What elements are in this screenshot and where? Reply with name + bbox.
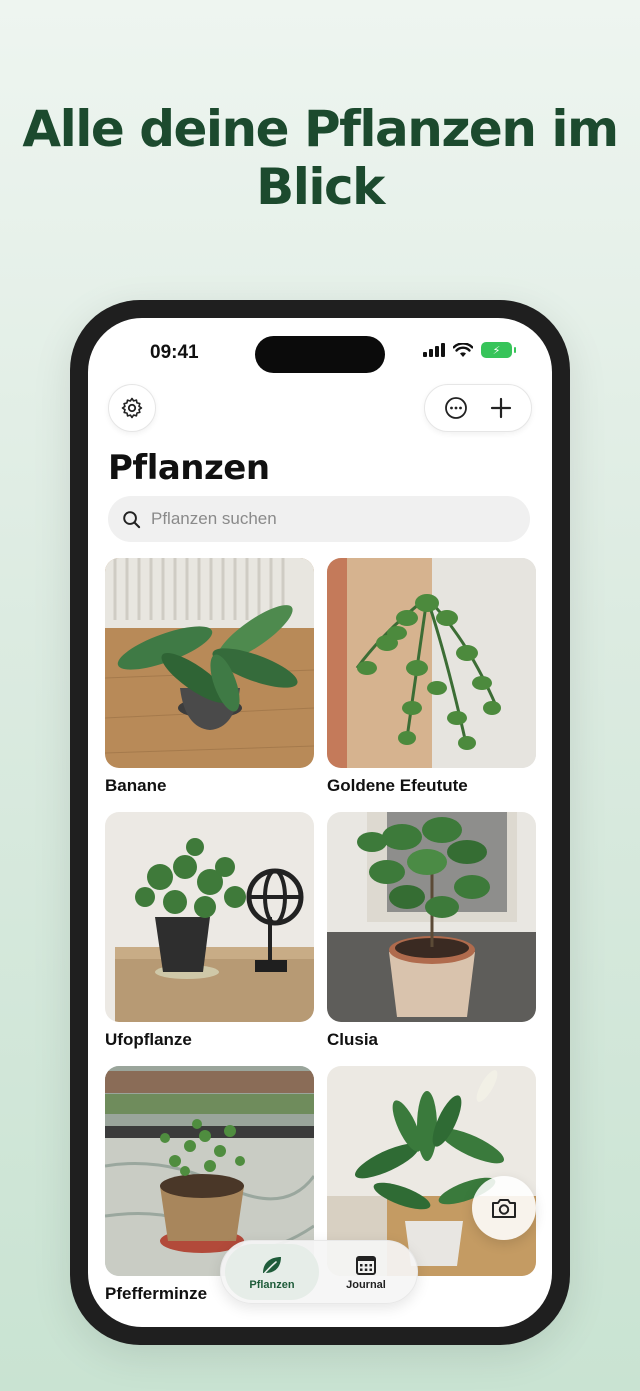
camera-button[interactable] <box>472 1176 536 1240</box>
plant-name: Goldene Efeutute <box>327 776 468 795</box>
calendar-icon <box>356 1255 376 1275</box>
tab-pflanzen[interactable]: Pflanzen <box>225 1244 319 1300</box>
search-icon <box>123 510 141 528</box>
plant-photo <box>327 812 536 1022</box>
tab-journal[interactable]: Journal <box>319 1244 413 1300</box>
wifi-icon <box>453 342 473 357</box>
more-horizontal-icon <box>444 397 467 419</box>
more-button[interactable] <box>436 388 476 428</box>
phone-frame: 09:41 ⚡ Pflanzen Pflanzen suchen Banane … <box>70 300 570 1345</box>
tab-bar: Pflanzen Journal <box>220 1240 418 1304</box>
add-plant-button[interactable] <box>481 388 521 428</box>
settings-button[interactable] <box>108 384 156 432</box>
page-title: Pflanzen <box>108 448 270 488</box>
leaf-icon <box>262 1256 281 1276</box>
plant-photo <box>105 558 314 768</box>
search-input[interactable] <box>151 509 511 529</box>
gear-icon <box>121 397 143 419</box>
headline: Alle deine Pflanzen im Blick <box>22 100 619 216</box>
tab-label: Journal <box>346 1278 386 1291</box>
plant-photo <box>327 558 536 768</box>
plant-card[interactable]: Ufopflanze <box>105 812 314 1066</box>
app-screen: 09:41 ⚡ Pflanzen Pflanzen suchen Banane … <box>88 318 552 1327</box>
battery-charging-icon: ⚡ <box>481 342 516 358</box>
cellular-signal-icon <box>423 343 445 357</box>
plant-name: Banane <box>105 776 167 795</box>
camera-icon <box>492 1199 516 1218</box>
status-time: 09:41 <box>150 342 199 363</box>
dynamic-island <box>255 336 385 373</box>
plant-name: Ufopflanze <box>105 1030 192 1049</box>
plant-photo <box>105 812 314 1022</box>
search-bar[interactable] <box>108 496 530 542</box>
tab-label: Pflanzen <box>249 1278 295 1291</box>
plus-icon <box>490 397 511 419</box>
plant-card[interactable]: Banane <box>105 558 314 812</box>
plant-card[interactable]: Goldene Efeutute <box>327 558 536 812</box>
plant-name: Clusia <box>327 1030 379 1049</box>
status-icons: ⚡ <box>423 342 516 358</box>
header-actions <box>424 384 532 432</box>
plant-card[interactable]: Clusia <box>327 812 536 1066</box>
